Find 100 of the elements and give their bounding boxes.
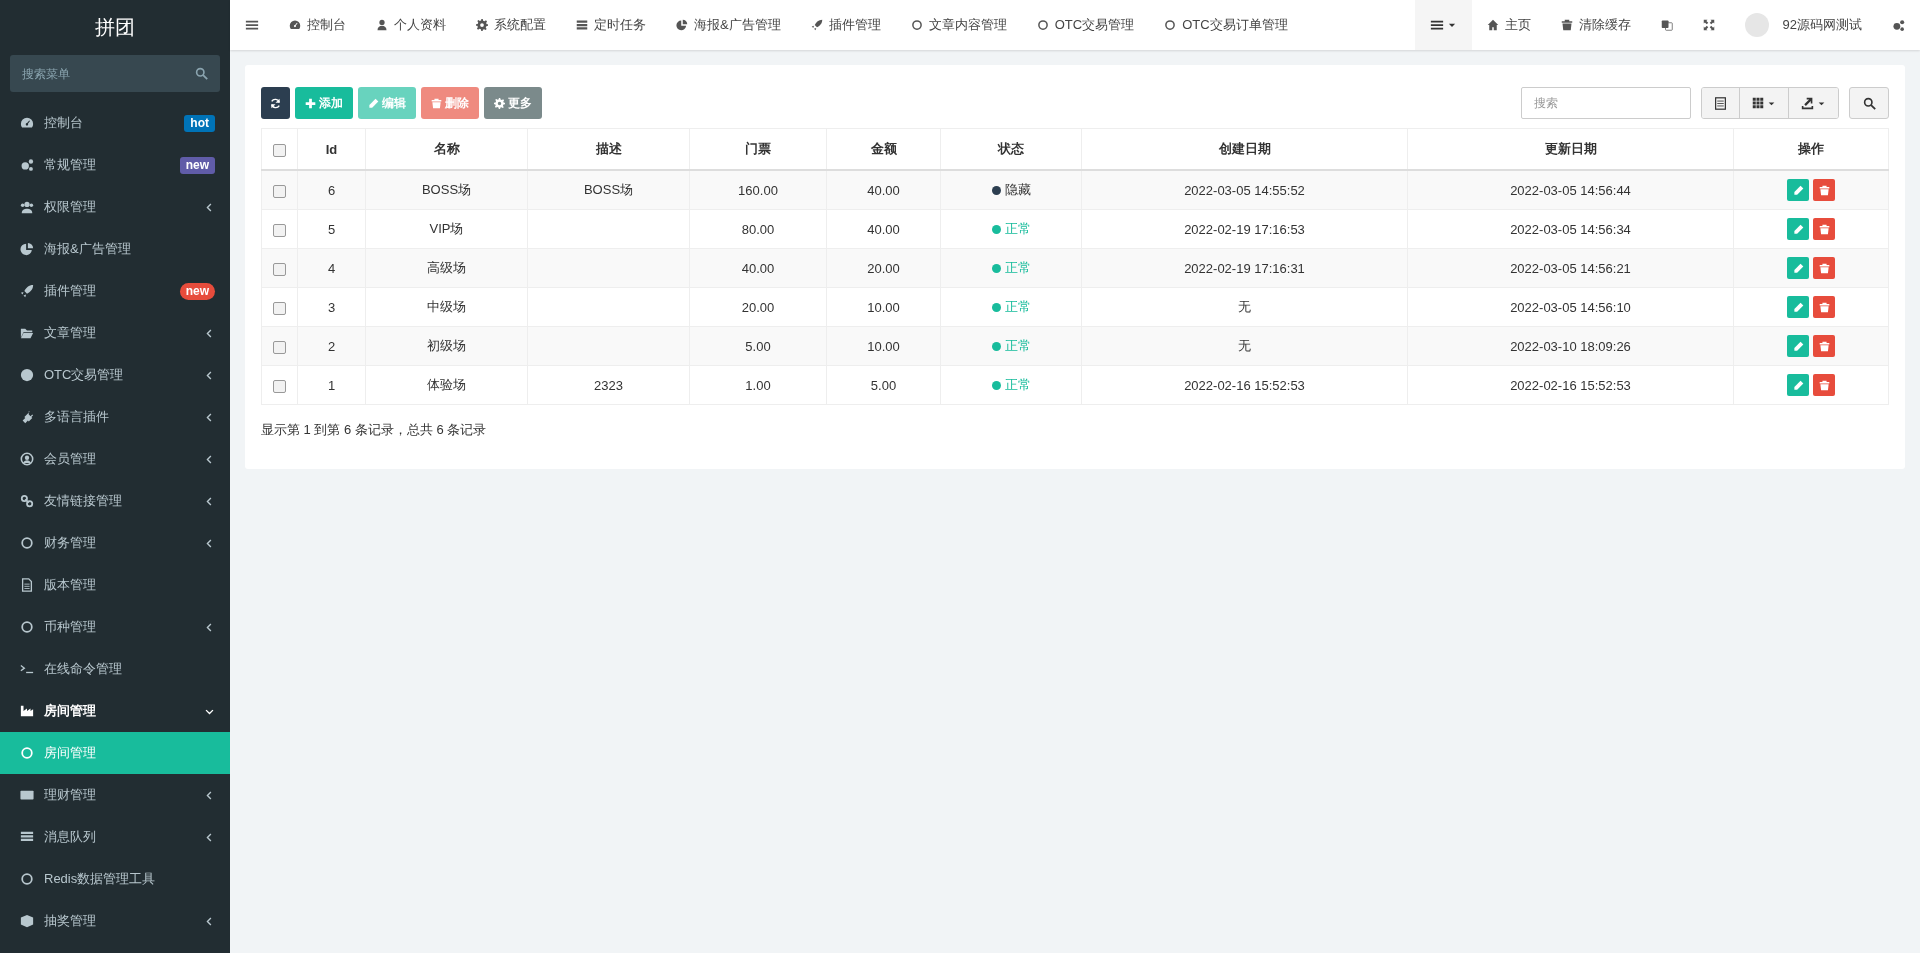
edit-row-button[interactable] <box>1787 218 1809 240</box>
table-cell: 10.00 <box>826 287 941 327</box>
nav-tab[interactable]: 控制台 <box>274 0 361 50</box>
home-icon <box>1487 19 1500 31</box>
trash-icon <box>1818 262 1830 274</box>
sidebar-item[interactable]: 文章管理 <box>0 312 230 354</box>
table-cell: 160.00 <box>689 170 827 210</box>
circle-icon <box>20 872 34 886</box>
sidebar-item[interactable]: 版本管理 <box>0 564 230 606</box>
trash-icon <box>1818 184 1830 196</box>
nav-tab[interactable]: 定时任务 <box>561 0 661 50</box>
delete-row-button[interactable] <box>1813 335 1835 357</box>
sidebar-item[interactable]: 友情链接管理 <box>0 480 230 522</box>
clear-cache-link[interactable]: 清除缓存 <box>1546 0 1647 50</box>
table-cell: 4 <box>297 248 366 288</box>
edit-row-button[interactable] <box>1787 335 1809 357</box>
table-cell: 10.00 <box>826 326 941 366</box>
table-cell: 2022-03-10 18:09:26 <box>1407 326 1734 366</box>
table-cell: 3 <box>297 287 366 327</box>
pencil-icon <box>368 97 379 109</box>
sidebar-item[interactable]: 海报&广告管理 <box>0 228 230 270</box>
search-field[interactable]: 搜索 <box>1521 87 1691 119</box>
sidebar-item[interactable]: 控制台 hot <box>0 102 230 144</box>
row-checkbox[interactable] <box>273 379 286 393</box>
sidebar-item[interactable]: OTC交易管理 <box>0 354 230 396</box>
table-cell: BOSS场 <box>365 170 528 210</box>
row-checkbox[interactable] <box>273 340 286 354</box>
row-checkbox[interactable] <box>273 301 286 315</box>
nav-tab[interactable]: 插件管理 <box>795 0 896 50</box>
nav-tab[interactable]: OTC交易订单管理 <box>1149 0 1303 50</box>
row-checkbox[interactable] <box>273 223 286 237</box>
export-icon <box>1801 96 1814 110</box>
table-cell: 2 <box>297 326 366 366</box>
sidebar-item[interactable]: 抽奖管理 <box>0 900 230 942</box>
sidebar-item[interactable]: 币种管理 <box>0 606 230 648</box>
rocket-icon <box>810 19 823 31</box>
trash-icon <box>1818 301 1830 313</box>
search-button[interactable] <box>1849 87 1889 119</box>
sidebar-item[interactable]: 权限管理 <box>0 186 230 228</box>
toggle-view-button[interactable] <box>1702 88 1740 118</box>
user-menu[interactable]: 92源码网测试 <box>1730 0 1877 50</box>
home-link[interactable]: 主页 <box>1472 0 1547 50</box>
table-cell: 2022-03-05 14:56:44 <box>1407 170 1734 210</box>
delete-row-button[interactable] <box>1813 218 1835 240</box>
table-cell: 2022-03-05 14:55:52 <box>1081 170 1408 210</box>
sidebar-badge: hot <box>184 114 215 132</box>
sidebar-item[interactable]: 理财管理 <box>0 774 230 816</box>
delete-row-button[interactable] <box>1813 179 1835 201</box>
refresh-button[interactable] <box>261 87 290 119</box>
nav-tab[interactable]: OTC交易管理 <box>1021 0 1150 50</box>
status-text: 正常 <box>1004 220 1031 238</box>
table-cell: VIP场 <box>365 209 528 249</box>
trash-icon <box>1818 379 1830 391</box>
pie-chart-icon <box>676 19 688 31</box>
sidebar-badge: new <box>179 156 215 174</box>
status-text: 隐藏 <box>1004 181 1031 199</box>
gears-icon <box>20 158 34 172</box>
sidebar-item[interactable]: 多语言插件 <box>0 396 230 438</box>
nav-tab[interactable]: 系统配置 <box>461 0 561 50</box>
sidebar-item[interactable]: 消息队列 <box>0 816 230 858</box>
table-cell: 2022-03-05 14:56:21 <box>1407 248 1734 288</box>
nav-dropdown-button[interactable] <box>1415 0 1473 50</box>
trash-icon <box>1561 19 1574 31</box>
pencil-icon <box>1792 379 1804 391</box>
more-button[interactable]: 更多 <box>484 87 542 119</box>
table-cell: 1 <box>297 365 366 405</box>
edit-row-button[interactable] <box>1787 179 1809 201</box>
link-icon <box>20 494 34 508</box>
table-cell: 80.00 <box>689 209 827 249</box>
settings-icon <box>476 19 488 31</box>
columns-button[interactable] <box>1740 88 1789 118</box>
edit-row-button[interactable] <box>1787 296 1809 318</box>
table-cell: BOSS场 <box>527 170 690 210</box>
plus-icon <box>305 97 316 109</box>
circle-icon <box>20 746 34 760</box>
delete-row-button[interactable] <box>1813 296 1835 318</box>
export-button[interactable] <box>1789 88 1838 118</box>
nav-tab[interactable]: 个人资料 <box>361 0 461 50</box>
sidebar-item[interactable]: 常规管理 new <box>0 144 230 186</box>
table-cell: 2022-02-19 17:16:31 <box>1081 248 1408 288</box>
edit-row-button[interactable] <box>1787 374 1809 396</box>
menu-search-field[interactable]: 搜索菜单 <box>10 55 220 92</box>
sidebar-item[interactable]: 会员管理 <box>0 438 230 480</box>
sidebar-item[interactable]: 财务管理 <box>0 522 230 564</box>
nav-tab[interactable]: 海报&广告管理 <box>661 0 796 50</box>
sidebar-item[interactable]: 插件管理 new <box>0 270 230 312</box>
table-cell: 2022-02-16 15:52:53 <box>1407 365 1734 405</box>
edit-row-button[interactable] <box>1787 257 1809 279</box>
circle-icon <box>1036 19 1049 31</box>
row-checkbox[interactable] <box>273 262 286 276</box>
document-icon <box>20 578 34 592</box>
select-all-checkbox[interactable] <box>273 143 286 157</box>
sidebar-item[interactable]: 在线命令管理 <box>0 648 230 690</box>
nav-tab[interactable]: 文章内容管理 <box>895 0 1022 50</box>
pencil-icon <box>1792 340 1804 352</box>
sidebar-item[interactable]: Redis数据管理工具 <box>0 858 230 900</box>
delete-row-button[interactable] <box>1813 374 1835 396</box>
row-checkbox[interactable] <box>273 184 286 198</box>
delete-row-button[interactable] <box>1813 257 1835 279</box>
sidebar-item[interactable]: 房间管理 <box>0 690 230 732</box>
